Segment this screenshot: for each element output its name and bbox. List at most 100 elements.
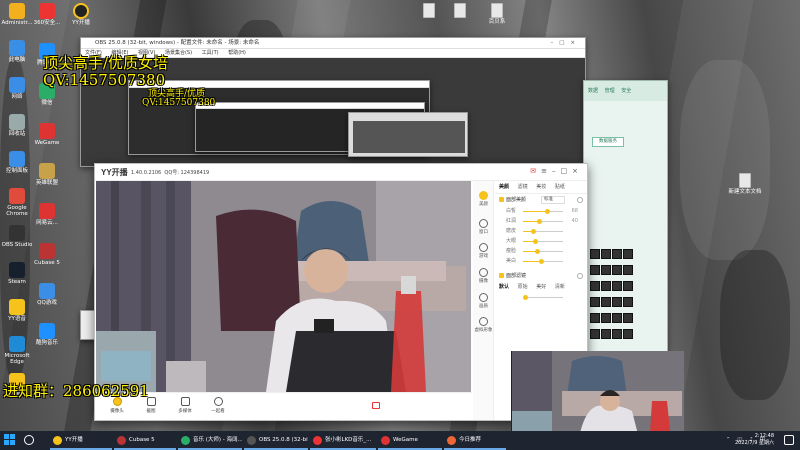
beauty-toggle[interactable] (577, 197, 583, 203)
grid-cell[interactable] (623, 281, 633, 291)
grid-cell[interactable] (612, 329, 622, 339)
tab-makeup[interactable]: 美妆 (536, 184, 546, 190)
taskbar-clock[interactable]: 2:12:48 2022/7/9 星期六 (735, 433, 774, 447)
desktop-icon[interactable]: QQ游戏 (30, 283, 64, 306)
slider-knob[interactable] (523, 294, 528, 300)
grid-cell[interactable] (601, 249, 611, 259)
side-button-avatar[interactable]: 虚拟形象 (474, 317, 493, 333)
filter-toggle[interactable] (577, 273, 583, 279)
record-icon[interactable] (372, 402, 380, 409)
filter-slider[interactable] (495, 292, 587, 302)
desktop-icon[interactable]: YY语音 (0, 299, 34, 322)
tab-beauty[interactable]: 美颜 (499, 184, 509, 190)
grid-cell[interactable] (612, 313, 622, 323)
side-button-window[interactable]: 窗口 (474, 219, 493, 235)
beauty-slider[interactable]: 白皙 68 (495, 206, 587, 216)
grid-cell[interactable] (612, 249, 622, 259)
tab-data[interactable]: 数据 (588, 88, 598, 94)
grid-cell[interactable] (612, 281, 622, 291)
side-button-game[interactable]: 游戏 (474, 243, 493, 259)
desktop-icon[interactable]: Microsoft Edge (0, 336, 34, 365)
slider-track[interactable] (523, 218, 563, 224)
grid-cell[interactable] (590, 281, 600, 291)
beauty-slider[interactable]: 磨皮 (495, 226, 587, 236)
grid-cell[interactable] (590, 329, 600, 339)
start-button[interactable] (4, 434, 16, 446)
desktop-file-icon[interactable] (412, 3, 446, 19)
desktop-icon[interactable]: 此电脑 (0, 40, 34, 63)
filter-tab-original[interactable]: 原始 (518, 284, 528, 290)
slider-track[interactable] (523, 258, 563, 264)
desktop-icon[interactable]: Google Chrome (0, 188, 34, 217)
tab-security[interactable]: 安全 (621, 88, 631, 94)
desktop-icon[interactable]: Steam (0, 262, 34, 285)
taskbar-item[interactable]: YY开播 (50, 431, 112, 450)
taskbar-item[interactable]: WeGame (378, 431, 442, 450)
menu-item-help[interactable]: 帮助(H) (228, 50, 246, 56)
slider-knob[interactable] (531, 228, 536, 234)
desktop-file-icon[interactable]: 百贝系 (480, 3, 514, 25)
obs-title-bar[interactable]: OBS 25.0.8 (32-bit, windows) - 配置文件: 未命名… (81, 38, 585, 49)
desktop-file-icon[interactable]: 新建文本文档 (725, 173, 765, 195)
grid-cell[interactable] (623, 329, 633, 339)
chevron-up-icon[interactable]: ⌃ (726, 437, 731, 443)
tab-manage[interactable]: 管理 (605, 88, 615, 94)
beauty-slider[interactable]: 大眼 (495, 236, 587, 246)
grid-cell[interactable] (623, 249, 633, 259)
window-controls[interactable]: –□× (550, 38, 581, 49)
desktop-icon[interactable]: Administr... (0, 3, 34, 26)
grid-cell[interactable] (612, 265, 622, 275)
filter-tab-nice[interactable]: 美好 (536, 284, 546, 290)
side-button-camera[interactable]: 摄像 (474, 268, 493, 284)
menu-item-tools[interactable]: 工具(T) (202, 50, 219, 56)
grid-cell[interactable] (601, 281, 611, 291)
taskbar-item[interactable]: 音乐 (大师) - 海阔... (178, 431, 242, 450)
grid-cell[interactable] (590, 313, 600, 323)
desktop-icon[interactable]: 酷狗音乐 (30, 323, 64, 346)
filter-tab-default[interactable]: 默认 (499, 284, 509, 290)
media-button[interactable]: 多媒体 (174, 397, 196, 414)
checkbox-icon[interactable] (499, 197, 504, 202)
side-button-quality[interactable]: 画质 (474, 293, 493, 309)
desktop-icon-yy[interactable]: YY开播 (64, 3, 98, 26)
slider-knob[interactable] (537, 218, 542, 224)
grid-cell[interactable] (590, 249, 600, 259)
slider-track[interactable] (523, 208, 563, 214)
grid-cell[interactable] (601, 313, 611, 323)
slider-track[interactable] (523, 248, 563, 254)
desktop-icon[interactable]: 英雄联盟 (30, 163, 64, 186)
search-icon[interactable] (24, 435, 34, 445)
slider-knob[interactable] (535, 248, 540, 254)
slider-track[interactable] (523, 294, 563, 300)
side-button-beauty[interactable]: 美颜 (474, 191, 493, 207)
grid-cell[interactable] (623, 265, 633, 275)
menu-item-scenes[interactable]: 场景集合(S) (165, 50, 192, 56)
beauty-mode-select[interactable]: 标准 (541, 196, 565, 204)
grid-cell[interactable] (601, 265, 611, 275)
desktop-icon[interactable]: OBS Studio (0, 225, 34, 248)
filter-tab-fresh[interactable]: 清新 (555, 284, 565, 290)
grid-cell[interactable] (590, 297, 600, 307)
grid-cell[interactable] (612, 297, 622, 307)
slider-knob[interactable] (533, 238, 538, 244)
desktop-icon[interactable]: 控制面板 (0, 151, 34, 174)
taskbar-item[interactable]: 今日推荐 (444, 431, 506, 450)
window-controls[interactable]: ✉≡–□× (530, 167, 583, 175)
grid-cell[interactable] (623, 313, 633, 323)
tab-sticker[interactable]: 贴纸 (555, 184, 565, 190)
notification-icon[interactable] (784, 435, 794, 445)
grid-cell[interactable] (601, 329, 611, 339)
yy-title-bar[interactable]: YY开播 1.40.0.2106 QQ号: 124398419 ✉≡–□× (95, 164, 587, 181)
desktop-icon[interactable]: WeGame (30, 123, 64, 146)
beauty-slider[interactable]: 红润 40 (495, 216, 587, 226)
grid-cell[interactable] (590, 265, 600, 275)
slider-knob[interactable] (539, 258, 544, 264)
desktop-icon[interactable]: 网易云... (30, 203, 64, 226)
taskbar-item[interactable]: Cubase 5 (114, 431, 176, 450)
slider-track[interactable] (523, 238, 563, 244)
checkbox-icon[interactable] (499, 273, 504, 278)
beauty-slider[interactable]: 美白 (495, 256, 587, 266)
slider-track[interactable] (523, 228, 563, 234)
slider-knob[interactable] (545, 208, 550, 214)
taskbar-item[interactable]: 张小彬LKD音乐_... (310, 431, 376, 450)
